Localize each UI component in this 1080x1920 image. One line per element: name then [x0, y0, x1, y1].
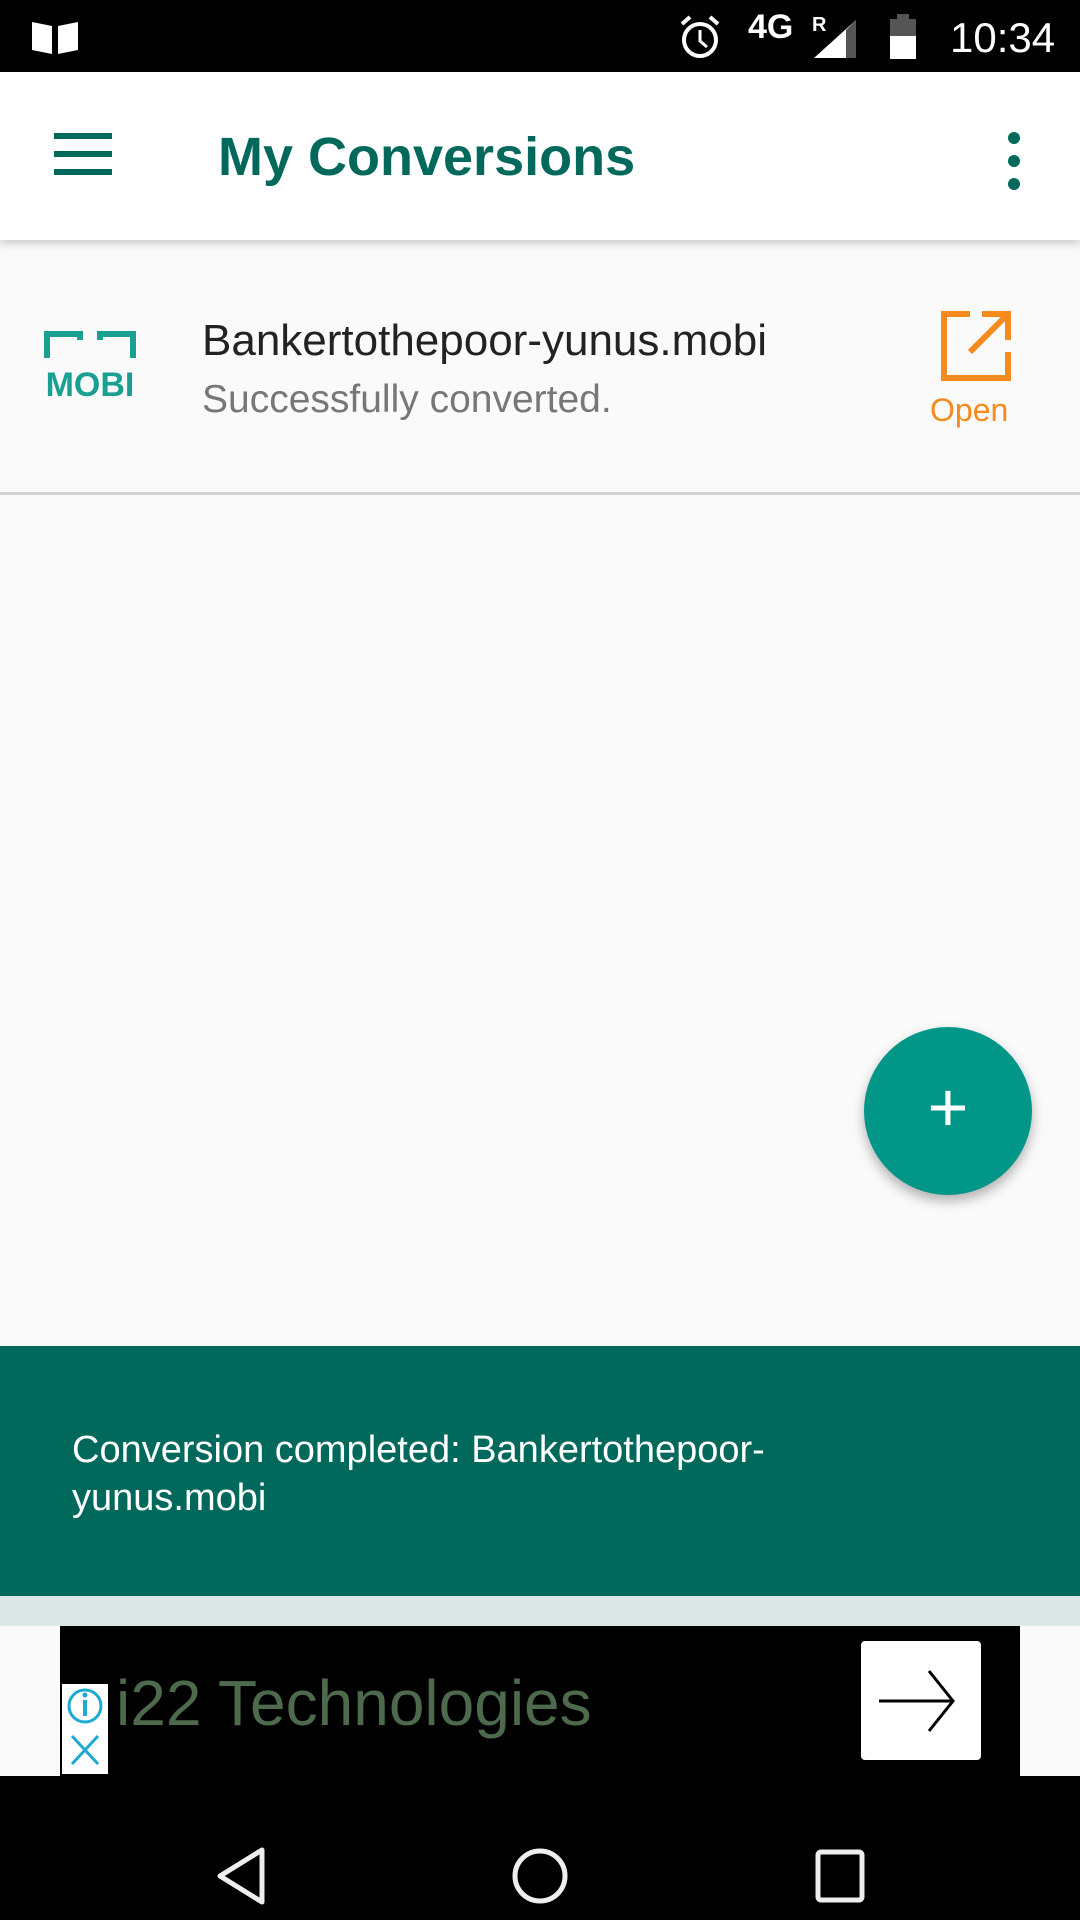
battery-icon: [890, 14, 916, 59]
add-conversion-button[interactable]: +: [864, 1027, 1032, 1195]
snackbar: Conversion completed: Bankertothepoor-yu…: [0, 1346, 1080, 1596]
svg-text:MOBI: MOBI: [46, 366, 135, 398]
alarm-icon: [680, 15, 720, 58]
clock: 10:34: [950, 14, 1056, 61]
navigation-bar: [0, 1776, 1080, 1920]
more-vert-icon[interactable]: [1000, 130, 1028, 192]
book-icon: [32, 22, 78, 54]
info-icon[interactable]: [62, 1684, 108, 1774]
ad-banner[interactable]: i22 Technologies: [60, 1626, 1020, 1776]
arrow-right-icon: [879, 1670, 955, 1732]
status-bar: 4G R 10:34: [0, 0, 1080, 72]
home-icon[interactable]: [510, 1846, 570, 1906]
close-icon: [70, 1734, 100, 1766]
file-name: Bankertothepoor-yunus.mobi: [202, 316, 767, 365]
network-type: 4G: [748, 8, 794, 46]
hamburger-icon[interactable]: [54, 132, 112, 176]
open-external-icon[interactable]: [940, 310, 1012, 382]
back-icon[interactable]: [214, 1846, 268, 1906]
conversion-status: Successfully converted.: [202, 378, 612, 421]
snackbar-message: Conversion completed: Bankertothepoor-yu…: [72, 1429, 765, 1519]
signal-icon: [814, 20, 856, 58]
ad-text[interactable]: i22 Technologies: [116, 1666, 592, 1740]
page-title: My Conversions: [218, 127, 636, 187]
ad-separator: [0, 1596, 1080, 1626]
mobi-file-icon: MOBI: [44, 331, 136, 398]
list-item[interactable]: MOBI Bankertothepoor-yunus.mobi Successf…: [0, 240, 1080, 495]
app-bar: My Conversions: [0, 72, 1080, 240]
ad-choices[interactable]: [62, 1684, 108, 1774]
recents-icon[interactable]: [814, 1848, 866, 1904]
open-button[interactable]: Open: [930, 392, 1008, 429]
ad-arrow-button[interactable]: [861, 1641, 981, 1760]
